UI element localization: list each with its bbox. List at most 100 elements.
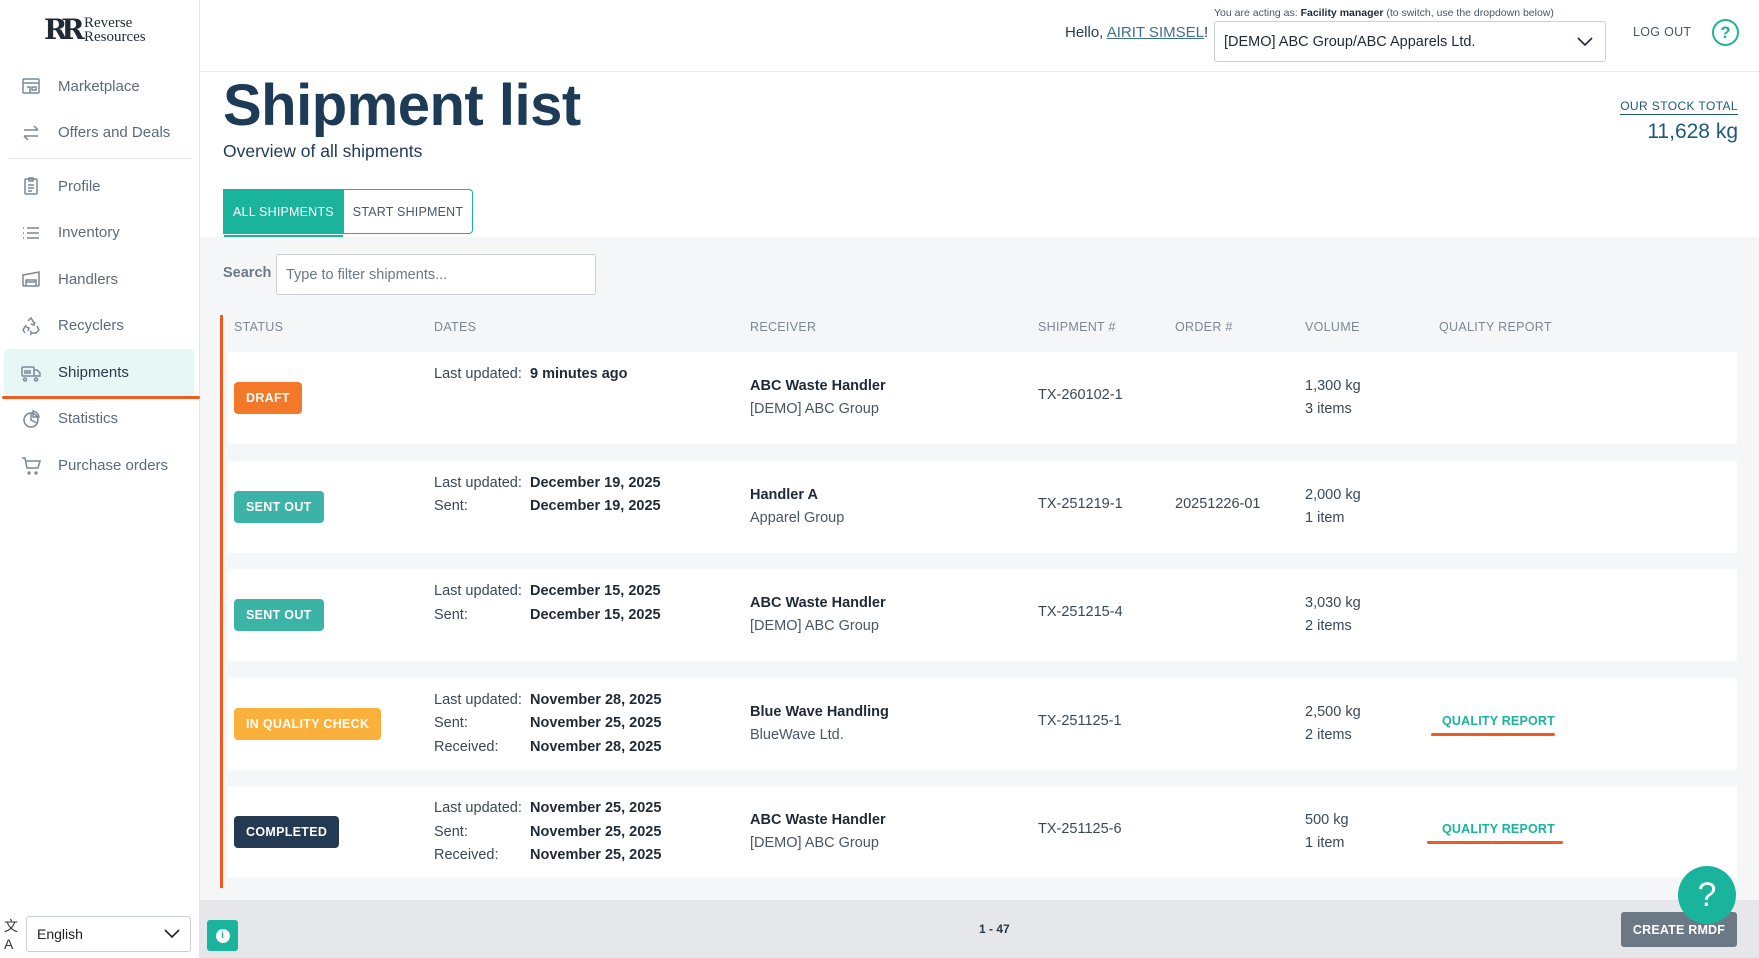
- volume-items: 1 item: [1305, 835, 1345, 851]
- sidebar-nav: Marketplace Offers and Deals Profile Inv…: [0, 63, 200, 489]
- date-label: Last updated:: [434, 366, 522, 382]
- receiver-name: Blue Wave Handling: [750, 703, 889, 720]
- date-label: Last updated:: [434, 474, 522, 491]
- volume-cell: 3,030 kg 2 items: [1305, 592, 1361, 638]
- sidebar-item-label: Statistics: [58, 410, 119, 428]
- receiver-org: [DEMO] ABC Group: [750, 401, 879, 417]
- column-header-status: STATUS: [234, 320, 284, 334]
- date-label: Sent:: [434, 823, 468, 840]
- logo[interactable]: RR Reverse Resources: [44, 16, 146, 45]
- date-label: Sent:: [434, 606, 468, 623]
- organization-value: [DEMO] ABC Group/ABC Apparels Ltd.: [1224, 33, 1476, 50]
- receiver-cell: Blue Wave Handling BlueWave Ltd.: [750, 701, 889, 747]
- store-icon: [20, 75, 42, 97]
- volume-weight: 2,500 kg: [1305, 703, 1361, 720]
- chevron-down-icon: [164, 929, 180, 939]
- stock-total-value: 11,628 kg: [1647, 120, 1738, 143]
- volume-items: 2 items: [1305, 618, 1352, 634]
- language-switcher: 文A English: [4, 916, 191, 952]
- dates-cell: Last updated: December 19, 2025 Sent: Dece…: [434, 472, 661, 519]
- user-name-link[interactable]: AIRIT SIMSEL: [1107, 24, 1204, 41]
- help-fab-button[interactable]: ?: [1678, 866, 1736, 924]
- sidebar-item-label: Inventory: [58, 224, 120, 242]
- column-header-receiver: RECEIVER: [750, 320, 817, 334]
- sidebar-item-handlers[interactable]: Handlers: [0, 256, 200, 303]
- volume-weight: 3,030 kg: [1305, 595, 1361, 611]
- shipment-tabs: ALL SHIPMENTS START SHIPMENT: [223, 189, 474, 238]
- date-value: November 25, 2025: [530, 823, 662, 840]
- receiver-name: ABC Waste Handler: [750, 595, 886, 611]
- status-badge: DRAFT: [234, 382, 302, 414]
- sidebar-item-label: Marketplace: [58, 77, 140, 95]
- shipments-panel: Search STATUS DATES RECEIVER SHIPMENT # …: [200, 237, 1759, 900]
- acting-role: Facility manager: [1300, 7, 1384, 19]
- table-row[interactable]: DRAFT Last updated: 9 minutes ago ABC Was…: [228, 352, 1737, 444]
- volume-items: 1 item: [1305, 509, 1345, 526]
- cart-icon: [20, 454, 42, 476]
- receiver-cell: ABC Waste Handler [DEMO] ABC Group: [750, 375, 886, 421]
- dates-cell: Last updated: November 25, 2025 Sent: Nove…: [434, 797, 661, 868]
- quality-report-link[interactable]: QUALITY REPORT: [1442, 822, 1555, 836]
- receiver-org: Apparel Group: [750, 509, 845, 526]
- tab-all-shipments[interactable]: ALL SHIPMENTS: [223, 189, 344, 238]
- volume-items: 3 items: [1305, 401, 1352, 417]
- receiver-cell: ABC Waste Handler [DEMO] ABC Group: [750, 592, 886, 638]
- sidebar-item-profile[interactable]: Profile: [0, 163, 200, 210]
- sidebar-item-label: Handlers: [58, 270, 119, 288]
- receiver-cell: ABC Waste Handler [DEMO] ABC Group: [750, 809, 886, 855]
- language-select[interactable]: English: [26, 916, 191, 952]
- table-row[interactable]: COMPLETED Last updated: November 25, 2025…: [228, 786, 1737, 878]
- date-value: November 28, 2025: [530, 691, 662, 708]
- volume-weight: 500 kg: [1305, 812, 1349, 828]
- volume-items: 2 items: [1305, 726, 1352, 743]
- sidebar-item-inventory[interactable]: Inventory: [0, 210, 200, 257]
- nav-divider: [8, 158, 192, 159]
- column-header-dates: DATES: [434, 320, 477, 334]
- order-number: 20251226-01: [1175, 495, 1261, 512]
- info-button[interactable]: i: [207, 920, 238, 951]
- tab-start-shipment[interactable]: START SHIPMENT: [343, 189, 474, 234]
- acting-prefix: You are acting as:: [1214, 7, 1301, 19]
- pie-chart-icon: [20, 408, 42, 430]
- sidebar-item-shipments[interactable]: Shipments: [2, 349, 200, 398]
- receiver-org: BlueWave Ltd.: [750, 726, 844, 743]
- page-title: Shipment list: [223, 73, 581, 138]
- logo-line-2: Resources: [84, 29, 146, 45]
- date-value: December 19, 2025: [530, 474, 661, 491]
- info-icon: i: [215, 928, 230, 943]
- sidebar-item-label: Offers and Deals: [58, 124, 171, 142]
- sidebar-item-recyclers[interactable]: Recyclers: [0, 303, 200, 350]
- column-header-shipment: SHIPMENT #: [1038, 320, 1116, 334]
- date-label: Last updated:: [434, 800, 522, 816]
- column-header-order: ORDER #: [1175, 320, 1233, 334]
- recycle-icon: [20, 315, 42, 337]
- organization-select[interactable]: [DEMO] ABC Group/ABC Apparels Ltd.: [1214, 21, 1606, 62]
- table-row[interactable]: SENT OUT Last updated: December 19, 2025 …: [228, 460, 1737, 553]
- shipment-number: TX-260102-1: [1038, 387, 1123, 403]
- logout-button[interactable]: LOG OUT: [1633, 25, 1691, 39]
- date-label: Sent:: [434, 498, 468, 514]
- date-value: November 25, 2025: [530, 847, 662, 863]
- shipment-number: TX-251219-1: [1038, 495, 1123, 512]
- warehouse-icon: [20, 268, 42, 290]
- status-badge: IN QUALITY CHECK: [234, 707, 382, 740]
- chevron-down-icon: [1577, 36, 1593, 46]
- table-row[interactable]: SENT OUT Last updated: December 15, 2025 …: [228, 569, 1737, 661]
- sidebar-item-purchase-orders[interactable]: Purchase orders: [0, 442, 200, 489]
- status-badge: COMPLETED: [234, 816, 340, 848]
- search-input[interactable]: [276, 254, 596, 295]
- date-label: Last updated:: [434, 583, 522, 599]
- sidebar-item-offers-and-deals[interactable]: Offers and Deals: [0, 110, 200, 157]
- sidebar-item-statistics[interactable]: Statistics: [0, 396, 200, 443]
- language-value: English: [37, 926, 83, 942]
- quality-report-underline: [1431, 732, 1555, 736]
- sidebar-item-label: Profile: [58, 177, 101, 195]
- help-icon[interactable]: ?: [1712, 19, 1739, 46]
- table-row[interactable]: IN QUALITY CHECK Last updated: November 2…: [228, 677, 1737, 770]
- sidebar-item-marketplace[interactable]: Marketplace: [0, 63, 200, 110]
- truck-icon: [20, 361, 42, 383]
- page-subtitle: Overview of all shipments: [223, 141, 423, 161]
- quality-report-link[interactable]: QUALITY REPORT: [1442, 714, 1555, 728]
- column-header-quality-report: QUALITY REPORT: [1439, 320, 1552, 334]
- sidebar-item-label: Purchase orders: [58, 456, 169, 474]
